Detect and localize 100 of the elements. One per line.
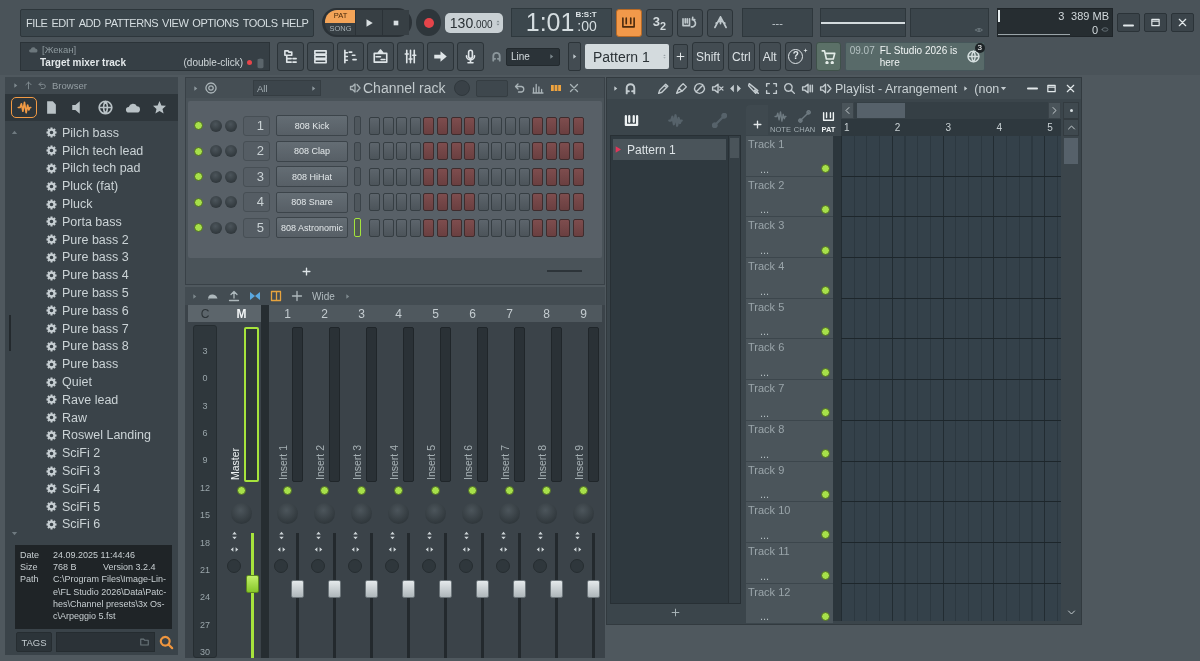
track-header[interactable]: 1 [269,305,306,322]
chevron-down-icon[interactable] [1066,608,1076,617]
fader-handle[interactable] [513,580,526,599]
track-header[interactable]: Track 2 ... [746,176,833,218]
track-header[interactable]: 5 [417,305,454,322]
magnet-icon[interactable] [624,82,637,95]
undo-icon[interactable] [513,82,526,94]
piano-keys-icon[interactable] [624,113,640,128]
menu-dot-button[interactable] [1063,102,1079,119]
folder-icon[interactable] [139,637,150,647]
step-button[interactable] [491,142,503,161]
bowtie-icon[interactable] [249,290,261,302]
preset-item[interactable]: Pure bass 8 [46,337,151,356]
left-right-icon[interactable] [387,545,397,554]
volume-knob[interactable] [210,145,222,158]
step-button[interactable] [450,142,462,161]
pencil-icon[interactable] [657,82,670,95]
track-header[interactable]: Track 9 ... [746,461,833,503]
step-button[interactable] [382,193,394,212]
step-button[interactable] [409,116,421,135]
pattern-field[interactable]: Pattern 1 [585,44,669,69]
led-icon[interactable] [194,121,203,131]
step-button[interactable] [423,116,435,135]
maximize-button[interactable] [1144,13,1168,32]
preset-item[interactable]: Quiet [46,373,151,391]
zoom-icon[interactable] [783,82,796,95]
preset-item[interactable]: SciFi 2 [46,444,151,463]
mute-icon[interactable] [711,82,724,95]
step-button[interactable] [436,116,448,135]
led-icon[interactable] [542,486,551,495]
left-right-icon[interactable] [535,545,545,554]
led-icon[interactable] [821,326,830,336]
browser-tab[interactable] [11,97,37,118]
step-button[interactable] [423,142,435,161]
preset-item[interactable]: Pilch tech pad [46,159,151,178]
led-icon[interactable] [821,286,830,296]
step-button[interactable] [477,193,489,212]
piano-roll-button[interactable] [337,42,364,71]
preset-item[interactable]: SciFi 4 [46,479,151,498]
led-icon[interactable] [821,611,830,621]
step-button[interactable] [382,218,394,237]
preset-item[interactable]: Pure bass 4 [46,266,151,285]
fader-handle[interactable] [328,580,341,599]
step-button[interactable] [532,218,544,237]
track-header[interactable]: 4 [380,305,417,322]
channel-button[interactable]: 808 Snare [276,191,348,213]
led-icon[interactable] [194,172,203,182]
preset-item[interactable]: Pluck [46,195,151,213]
fader-handle[interactable] [246,575,259,594]
preset-item[interactable]: Porta bass [46,213,151,231]
news-panel[interactable]: 09.07 FL Studio 2026 is here 3 [844,42,985,71]
pan-knob[interactable] [277,502,298,524]
channel-rack-button[interactable] [307,42,334,71]
step-button[interactable] [545,218,557,237]
pan-knob[interactable] [351,502,372,524]
led-icon[interactable] [237,486,246,495]
close-icon[interactable] [1065,83,1076,94]
led-icon[interactable] [821,367,830,377]
pan-knob[interactable] [388,502,409,524]
step-button[interactable] [518,218,530,237]
step-button[interactable] [436,167,448,186]
step-button[interactable] [477,116,489,135]
step-button[interactable] [382,167,394,186]
step-button[interactable] [532,142,544,161]
track-header[interactable]: M [222,305,261,322]
step-button[interactable] [423,167,435,186]
left-right-icon[interactable] [461,545,471,554]
shop-button[interactable] [815,42,841,71]
tempo-field[interactable]: 130.000 [444,12,503,33]
volume-knob[interactable] [210,196,222,209]
track-header[interactable]: Track 3 ... [746,217,833,259]
left-right-icon[interactable] [350,545,360,554]
double-arrow-icon[interactable] [729,82,742,95]
step-button[interactable] [477,167,489,186]
pan-knob[interactable] [573,502,594,524]
step-button[interactable] [369,167,380,186]
track-header[interactable]: Track 8 ... [746,420,833,462]
caret-icon[interactable] [612,85,619,92]
led-icon[interactable] [821,489,830,499]
led-icon[interactable] [821,245,830,255]
speaker-icon[interactable] [801,82,814,95]
preset-item[interactable]: SciFi 6 [46,515,151,534]
step-button[interactable] [436,218,448,237]
brush-icon[interactable] [675,82,688,95]
fader-handle[interactable] [439,580,452,599]
led-icon[interactable] [821,571,830,581]
fader-handle[interactable] [587,580,600,599]
step-button[interactable] [409,193,421,212]
step-button[interactable] [396,142,408,161]
step-button[interactable] [396,193,408,212]
left-right-icon[interactable] [572,545,582,554]
scroll-up-icon[interactable] [10,129,18,136]
step-button[interactable] [572,116,584,135]
preset-item[interactable]: SciFi 5 [46,497,151,516]
preset-item[interactable]: Pluck (fat) [46,177,151,196]
led-icon[interactable] [194,223,203,233]
step-button[interactable] [559,142,571,161]
caret-icon[interactable] [343,292,351,300]
scroll-down-icon[interactable] [10,530,18,537]
mixer-track-field[interactable]: 1 [243,115,270,136]
